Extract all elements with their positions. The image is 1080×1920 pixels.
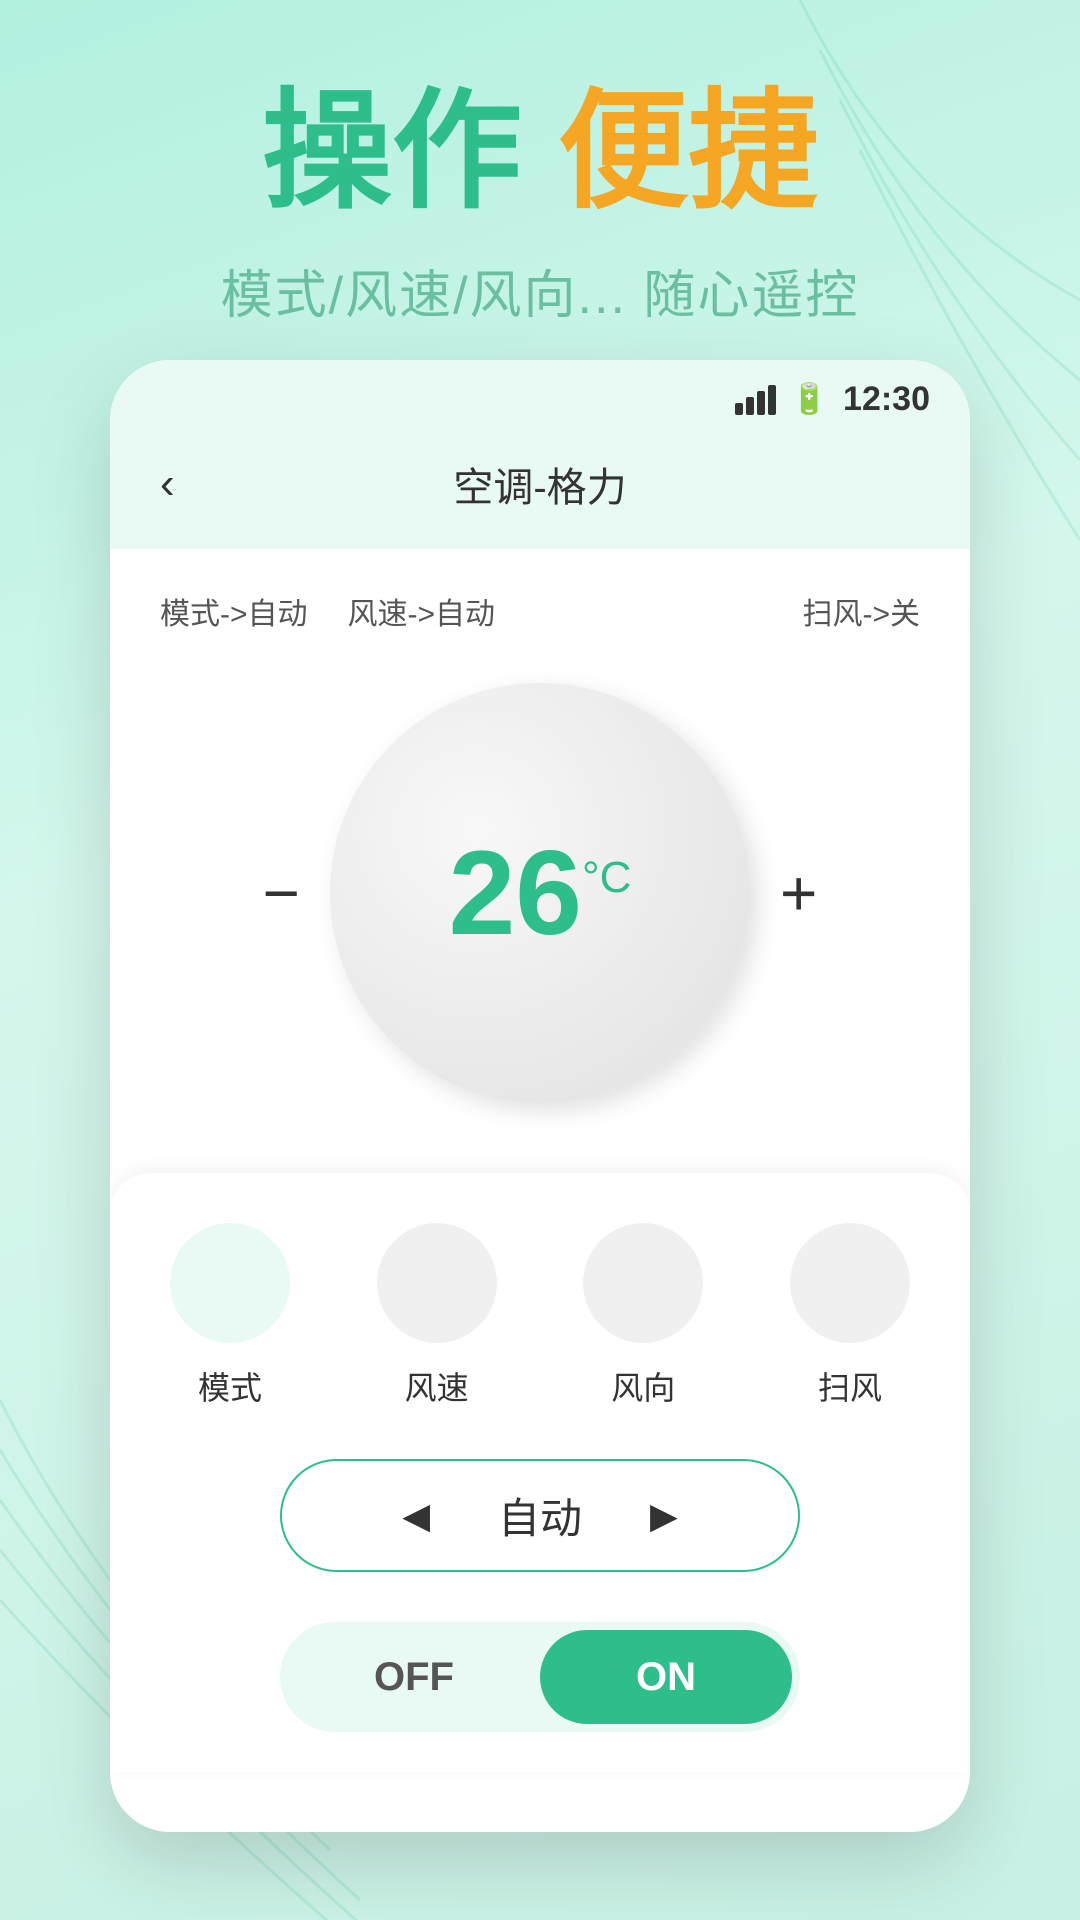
signal-icon bbox=[735, 385, 776, 415]
sweep-tag: 扫风->关 bbox=[802, 589, 920, 633]
bottom-controls: 模式 风速 bbox=[110, 1173, 970, 1772]
toggle-on-label: ON bbox=[540, 1655, 792, 1700]
mode-label: 模式 bbox=[198, 1363, 262, 1409]
temperature-value: 26 bbox=[449, 833, 582, 953]
increase-temp-button[interactable]: + bbox=[750, 846, 847, 940]
fan-speed-label: 风速 bbox=[405, 1363, 469, 1409]
power-toggle[interactable]: OFF ON bbox=[280, 1622, 800, 1732]
direction-button[interactable]: 风向 bbox=[583, 1223, 703, 1409]
sweep-icon-circle bbox=[790, 1223, 910, 1343]
direction-label: 风向 bbox=[611, 1363, 675, 1409]
app-title: 空调-格力 bbox=[453, 455, 626, 513]
selector-right-arrow[interactable]: ▶ bbox=[650, 1495, 678, 1537]
status-bar: 🔋 12:30 bbox=[110, 360, 970, 429]
temp-dial-container: − 26 °C + bbox=[160, 683, 920, 1103]
sweep-button[interactable]: 扫风 bbox=[790, 1223, 910, 1409]
status-left: 模式->自动 风速->自动 bbox=[160, 589, 495, 633]
mode-tag: 模式->自动 bbox=[160, 589, 308, 633]
hero-title-green: 操作 bbox=[262, 78, 522, 224]
status-time: 12:30 bbox=[843, 380, 930, 419]
selector-value: 自动 bbox=[480, 1485, 600, 1546]
temp-dial: 26 °C bbox=[330, 683, 750, 1103]
selector-left-arrow[interactable]: ◀ bbox=[402, 1495, 430, 1537]
toggle-row: OFF ON bbox=[170, 1622, 910, 1732]
mode-button[interactable]: 模式 bbox=[170, 1223, 290, 1409]
mode-selector[interactable]: ◀ 自动 ▶ bbox=[280, 1459, 800, 1572]
hero-subtitle: 模式/风速/风向... 随心遥控 bbox=[60, 253, 1020, 328]
app-header: ‹ 空调-格力 bbox=[110, 429, 970, 549]
temp-unit: °C bbox=[582, 853, 631, 903]
battery-icon: 🔋 bbox=[791, 382, 828, 417]
decrease-temp-button[interactable]: − bbox=[233, 846, 330, 940]
mode-icon-circle bbox=[170, 1223, 290, 1343]
hero-title: 操作 便捷 bbox=[60, 80, 1020, 223]
hero-title-orange: 便捷 bbox=[558, 78, 818, 224]
selector-row: ◀ 自动 ▶ bbox=[170, 1459, 910, 1572]
phone-mockup: 🔋 12:30 ‹ 空调-格力 模式->自动 风速->自动 扫风->关 − 26… bbox=[110, 360, 970, 1832]
status-row: 模式->自动 风速->自动 扫风->关 bbox=[160, 589, 920, 633]
temp-display: 26 °C bbox=[449, 833, 632, 953]
fan-speed-icon-circle bbox=[377, 1223, 497, 1343]
back-button[interactable]: ‹ bbox=[150, 449, 185, 519]
speed-tag: 风速->自动 bbox=[348, 589, 496, 633]
sweep-label: 扫风 bbox=[818, 1363, 882, 1409]
control-panel: 模式->自动 风速->自动 扫风->关 − 26 °C + bbox=[110, 549, 970, 1173]
direction-icon-circle bbox=[583, 1223, 703, 1343]
toggle-off-label: OFF bbox=[288, 1655, 540, 1700]
hero-section: 操作 便捷 模式/风速/风向... 随心遥控 bbox=[0, 0, 1080, 368]
fan-speed-button[interactable]: 风速 bbox=[377, 1223, 497, 1409]
mode-buttons-row: 模式 风速 bbox=[170, 1223, 910, 1409]
